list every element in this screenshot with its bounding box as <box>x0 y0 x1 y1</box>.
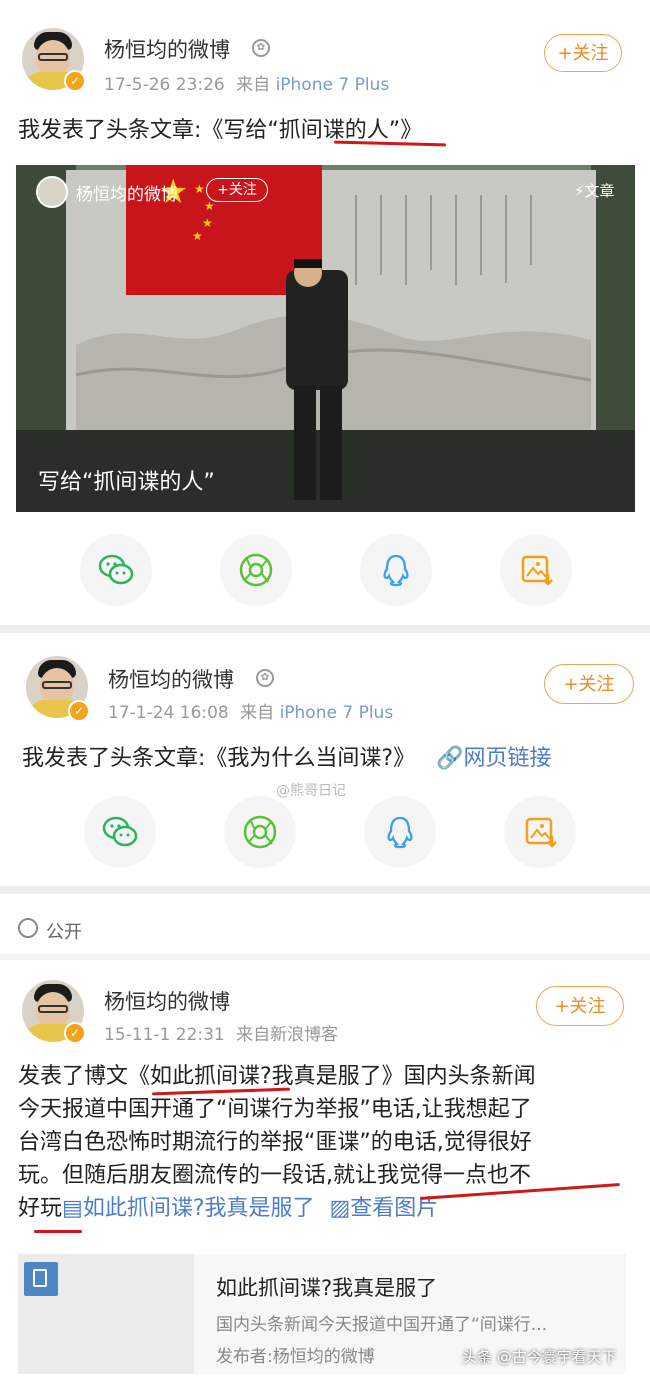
post-text-line: 台湾白色恐怖时期流行的举报“匪谍”的电话,觉得很好 <box>18 1130 532 1155</box>
visibility-label: 公开 <box>46 922 82 943</box>
follow-button[interactable]: +关注 <box>544 34 622 72</box>
blog-card-desc: 国内头条新闻今天报道中国开通了“间谍行... <box>216 1315 548 1335</box>
verified-icon: ✓ <box>64 1022 86 1044</box>
web-link[interactable]: 🔗网页链接 <box>436 746 551 771</box>
card-avatar <box>36 176 68 208</box>
annotation-underline <box>333 140 447 147</box>
post-source-label: 来自 <box>240 703 275 723</box>
watermark: @熊哥日记 <box>276 783 346 799</box>
share-wechat-button[interactable] <box>84 796 156 868</box>
article-tag: ⚡文章 <box>574 180 615 201</box>
medal-icon: ✿ <box>256 669 274 687</box>
article-tag-label: 文章 <box>584 182 615 200</box>
image-icon: ▨ <box>329 1196 351 1221</box>
medal-icon: ✿ <box>252 39 270 57</box>
card-follow-button[interactable]: +关注 <box>206 178 268 202</box>
section-divider <box>0 886 650 894</box>
save-image-icon <box>521 555 553 586</box>
svg-text:★: ★ <box>202 216 213 230</box>
section-divider <box>0 625 650 633</box>
post-date: 17-5-26 23:26 <box>104 75 225 95</box>
share-qq-button[interactable] <box>364 796 436 868</box>
post-text-line: 玩。但随后朋友圈流传的一段话,就让我觉得一点也不 <box>18 1163 531 1188</box>
view-image-label: 查看图片 <box>350 1196 439 1221</box>
post-text: 我发表了头条文章:《我为什么当间谍?》 🔗网页链接 <box>22 740 552 772</box>
post-meta: 15-11-1 22:31 来自新浪博客 <box>104 1020 338 1045</box>
moments-icon <box>243 815 277 849</box>
post-text-body: 我发表了头条文章:《我为什么当间谍?》 <box>22 746 416 771</box>
post-text-line: 今天报道中国开通了“间谍行为举报”电话,让我想起了 <box>18 1097 532 1122</box>
post-text-line: 发表了博文《如此抓间谍?我真是服了》国内头条新闻 <box>18 1064 536 1089</box>
save-image-button[interactable] <box>504 796 576 868</box>
post-date: 17-1-24 16:08 <box>108 703 229 723</box>
share-moments-button[interactable] <box>224 796 296 868</box>
section-divider <box>0 954 650 960</box>
document-icon <box>24 1262 58 1296</box>
blog-link[interactable]: ▤如此抓间谍?我真是服了 <box>62 1196 314 1221</box>
post-source-label: 来自 <box>236 75 271 95</box>
wechat-icon <box>102 816 138 847</box>
moments-icon <box>239 553 273 587</box>
card-username: 杨恒均的微博 <box>76 185 178 205</box>
avatar-glasses <box>38 53 68 61</box>
post-device: iPhone 7 Plus <box>279 703 394 723</box>
qq-icon <box>383 554 409 587</box>
username[interactable]: 杨恒均的微博 <box>108 664 234 694</box>
qq-icon <box>387 816 413 849</box>
annotation-underline <box>34 1230 82 1233</box>
article-cover-image: ★ ★ ★ ★ ★ <box>16 165 635 512</box>
save-image-button[interactable] <box>500 534 572 606</box>
avatar-glasses <box>42 681 72 689</box>
post-text: 发表了博文《如此抓间谍?我真是服了》国内头条新闻 今天报道中国开通了“间谍行为举… <box>18 1060 638 1225</box>
verified-icon: ✓ <box>68 700 90 722</box>
web-link-label: 网页链接 <box>463 746 552 771</box>
verified-icon: ✓ <box>64 70 86 92</box>
blog-card-publisher: 发布者:杨恒均的微博 <box>216 1347 375 1367</box>
post-text-line: 好玩▤如此抓间谍?我真是服了 ▨查看图片 <box>18 1192 638 1225</box>
wechat-icon <box>98 554 134 585</box>
share-wechat-button[interactable] <box>80 534 152 606</box>
avatar-glasses <box>38 1005 68 1013</box>
follow-button[interactable]: +关注 <box>544 664 634 704</box>
post-text: 我发表了头条文章:《写给“抓间谍的人”》 <box>18 118 423 143</box>
share-moments-button[interactable] <box>220 534 292 606</box>
follow-button[interactable]: +关注 <box>536 986 624 1026</box>
post-device: iPhone 7 Plus <box>275 75 390 95</box>
svg-text:★: ★ <box>192 229 203 243</box>
blog-card-title: 如此抓间谍?我真是服了 <box>216 1276 438 1300</box>
username[interactable]: 杨恒均的微博 <box>104 986 230 1016</box>
post-text-fragment: 好玩 <box>18 1196 63 1221</box>
svg-text:★: ★ <box>194 182 205 196</box>
post-date: 15-11-1 22:31 <box>104 1025 225 1045</box>
document-icon: ▤ <box>62 1196 83 1221</box>
bolt-icon: ⚡ <box>574 182 585 200</box>
post-meta: 17-1-24 16:08 来自 iPhone 7 Plus <box>108 698 393 723</box>
username[interactable]: 杨恒均的微博 <box>104 34 230 64</box>
article-card[interactable]: ★ ★ ★ ★ ★ <box>16 165 635 512</box>
save-image-icon <box>525 817 557 848</box>
link-icon: 🔗 <box>436 746 464 771</box>
footer-watermark: 头条 @古今寰宇看天下 <box>462 1348 617 1366</box>
blog-link-label: 如此抓间谍?我真是服了 <box>82 1196 315 1221</box>
post-source-label: 来自新浪博客 <box>236 1025 339 1045</box>
article-caption: 写给“抓间谍的人” <box>38 470 215 495</box>
globe-icon <box>18 918 38 938</box>
share-qq-button[interactable] <box>360 534 432 606</box>
post-meta: 17-5-26 23:26 来自 iPhone 7 Plus <box>104 70 389 95</box>
